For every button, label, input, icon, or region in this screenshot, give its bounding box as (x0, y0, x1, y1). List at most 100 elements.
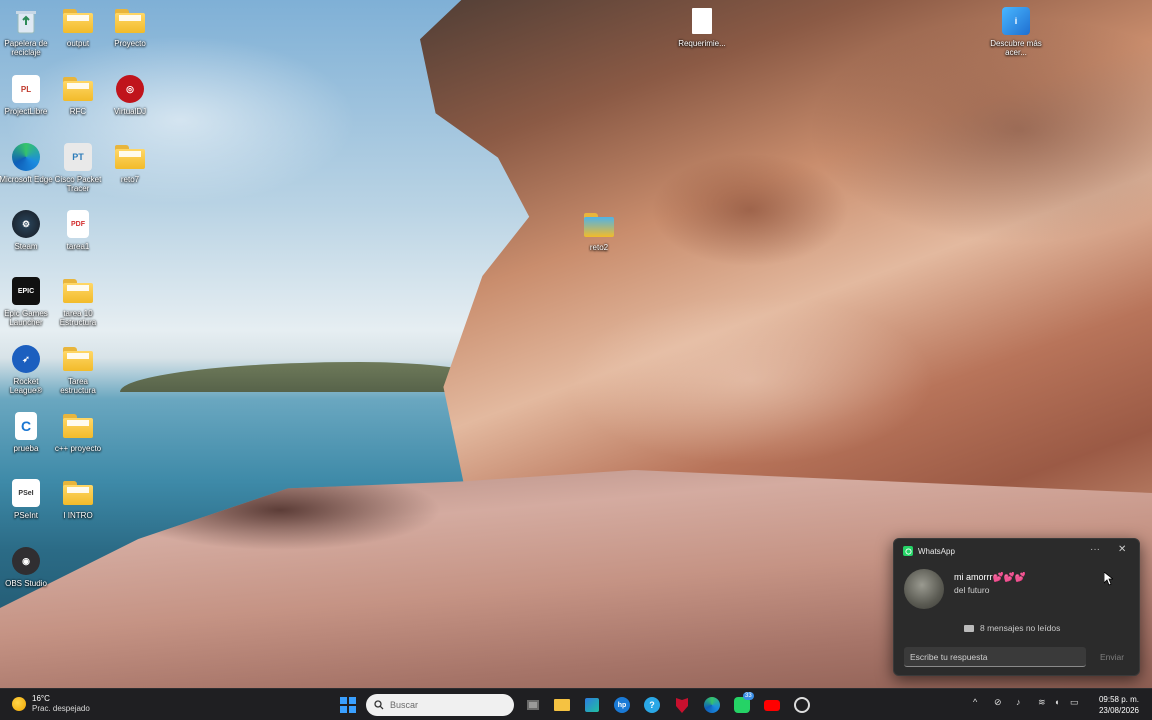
weather-sun-icon (12, 697, 26, 711)
desktop-icon-prueba[interactable]: C prueba (0, 407, 52, 469)
notification-header: WhatsApp (903, 546, 955, 556)
desktop-icon-virtualdj[interactable]: ◎ VirtualDJ (104, 70, 156, 132)
weather-widget[interactable]: 16°C Prac. despejado (12, 694, 90, 714)
hp-icon[interactable]: hp (612, 695, 632, 715)
weather-temp: 16°C (32, 694, 50, 703)
task-view-icon[interactable] (523, 695, 543, 715)
desktop-icon-label: Requerimie... (678, 39, 726, 48)
mcafee-icon[interactable] (672, 695, 692, 715)
camera-off-icon[interactable]: ⊘ (994, 697, 1002, 708)
desktop-icon-proyecto[interactable]: Proyecto (104, 2, 156, 64)
packet-tracer-icon: PT (63, 142, 93, 172)
folder-icon (115, 142, 145, 172)
whatsapp-icon (903, 546, 913, 556)
projectlibre-icon: PL (11, 74, 41, 104)
desktop-icon-label: Proyecto (114, 39, 146, 48)
pseint-icon: PSeI (11, 478, 41, 508)
microsoft-store-icon[interactable] (582, 695, 602, 715)
desktop-icon-spotlight[interactable]: i Descubre más acer... (990, 2, 1042, 64)
desktop-icon-reto7[interactable]: reto7 (104, 138, 156, 200)
desktop-icon-label: reto7 (120, 175, 140, 184)
desktop-icon-epic-games[interactable]: EPIC Epic Games Launcher (0, 272, 52, 334)
weather-description: Prac. despejado (32, 704, 90, 713)
help-icon[interactable]: ? (642, 695, 662, 715)
notification-sender: mi amorrr💕💕💕 (954, 572, 1027, 582)
close-icon[interactable]: ✕ (1118, 544, 1126, 555)
whatsapp-badge: 33 (743, 692, 754, 700)
more-options-icon[interactable]: ··· (1090, 544, 1100, 555)
pdf-icon: PDF (63, 209, 93, 239)
envelope-icon (964, 624, 974, 632)
desktop-icon-tarea-estructura[interactable]: Tarea estructura (52, 340, 104, 402)
steam-icon: ⚙ (11, 209, 41, 239)
desktop-icon-i-intro[interactable]: I INTRO (52, 474, 104, 536)
notification-message: del futuro (954, 585, 990, 595)
desktop-icon-label: Tarea estructura (60, 377, 96, 395)
desktop-icon-rfc[interactable]: RFC (52, 70, 104, 132)
folder-icon (63, 344, 93, 374)
folder-icon (63, 276, 93, 306)
obs-icon: ◉ (11, 546, 41, 576)
document-icon (687, 6, 717, 36)
recycle-bin-icon (11, 6, 41, 36)
desktop-icon-label: tarea 10 Estructura (59, 309, 97, 327)
c-file-icon: C (11, 411, 41, 441)
virtualdj-icon: ◎ (115, 74, 145, 104)
send-button[interactable]: Enviar (1093, 647, 1131, 667)
taskbar: 16°C Prac. despejado hp ? 33 ^ ⊘ ♪ ≋ ◖ (0, 688, 1152, 720)
microphone-icon[interactable]: ♪ (1016, 697, 1021, 707)
battery-icon[interactable]: ▭ (1070, 697, 1079, 708)
desktop-icon-label: Papelera de reciclaje (4, 39, 48, 57)
desktop-icon-tarea-10[interactable]: tarea 10 Estructura (52, 272, 104, 334)
whatsapp-notification[interactable]: WhatsApp ··· ✕ mi amorrr💕💕💕 del futuro 8… (893, 538, 1140, 676)
clock[interactable]: 09:58 p. m. 23/08/2026 (1094, 694, 1144, 716)
desktop-icon-cpp-proyecto[interactable]: c++ proyecto (52, 407, 104, 469)
avatar (904, 569, 944, 609)
clock-time: 09:58 p. m. (1098, 695, 1140, 704)
chatgpt-icon[interactable] (792, 695, 812, 715)
desktop-icon-label: Descubre más acer... (990, 39, 1042, 57)
mouse-cursor-icon (1103, 571, 1115, 588)
desktop-icon-label: Rocket League® (9, 377, 43, 395)
desktop-icon-reto2[interactable]: reto2 (573, 206, 625, 268)
search-box[interactable] (366, 694, 514, 716)
desktop-icon-recycle-bin[interactable]: Papelera de reciclaje (0, 2, 52, 64)
volume-icon[interactable]: ◖ (1054, 697, 1059, 707)
desktop-icon-requerimientos[interactable]: Requerimie... (676, 2, 728, 64)
desktop-icon-rocket-league[interactable]: ➶ Rocket League® (0, 340, 52, 402)
desktop-icon-label: VirtualDJ (113, 107, 147, 116)
desktop-icon-output[interactable]: output (52, 2, 104, 64)
search-input[interactable] (390, 700, 500, 710)
desktop-icon-label: RFC (69, 107, 87, 116)
desktop-icon-tarea1[interactable]: PDF tarea1 (52, 205, 104, 267)
search-icon (374, 700, 384, 710)
edge-icon (11, 142, 41, 172)
desktop-icon-obs[interactable]: ◉ OBS Studio (0, 542, 52, 604)
reply-input[interactable] (904, 647, 1086, 667)
desktop-icon-label: OBS Studio (5, 579, 47, 588)
notification-app-name: WhatsApp (918, 546, 955, 556)
edge-taskbar-icon[interactable] (702, 695, 722, 715)
desktop-icon-label: PSeInt (13, 511, 38, 520)
start-button[interactable] (340, 697, 356, 713)
desktop-icon-steam[interactable]: ⚙ Steam (0, 205, 52, 267)
desktop-icon-packet-tracer[interactable]: PT Cisco Packet Tracer (52, 138, 104, 200)
desktop-icon-edge[interactable]: Microsoft Edge (0, 138, 53, 200)
folder-icon (584, 210, 614, 240)
unread-count: 8 mensajes no leídos (964, 623, 1060, 633)
clock-date: 23/08/2026 (1098, 706, 1140, 715)
desktop-icon-projectlibre[interactable]: PL ProjectLibre (0, 70, 52, 132)
whatsapp-taskbar-icon[interactable]: 33 (732, 692, 754, 715)
desktop-icon-label: Microsoft Edge (0, 175, 53, 184)
wifi-icon[interactable]: ≋ (1038, 697, 1046, 708)
desktop-icon-label: I INTRO (63, 511, 93, 520)
desktop-icon-label: c++ proyecto (54, 444, 102, 453)
desktop-icon-pseint[interactable]: PSeI PSeInt (0, 474, 52, 536)
epic-games-icon: EPIC (11, 276, 41, 306)
desktop-icon-label: tarea1 (66, 242, 90, 251)
file-explorer-icon[interactable] (552, 695, 572, 715)
youtube-icon[interactable] (762, 695, 782, 715)
tray-overflow-chevron-icon[interactable]: ^ (973, 697, 977, 707)
folder-icon (63, 6, 93, 36)
folder-icon (63, 74, 93, 104)
